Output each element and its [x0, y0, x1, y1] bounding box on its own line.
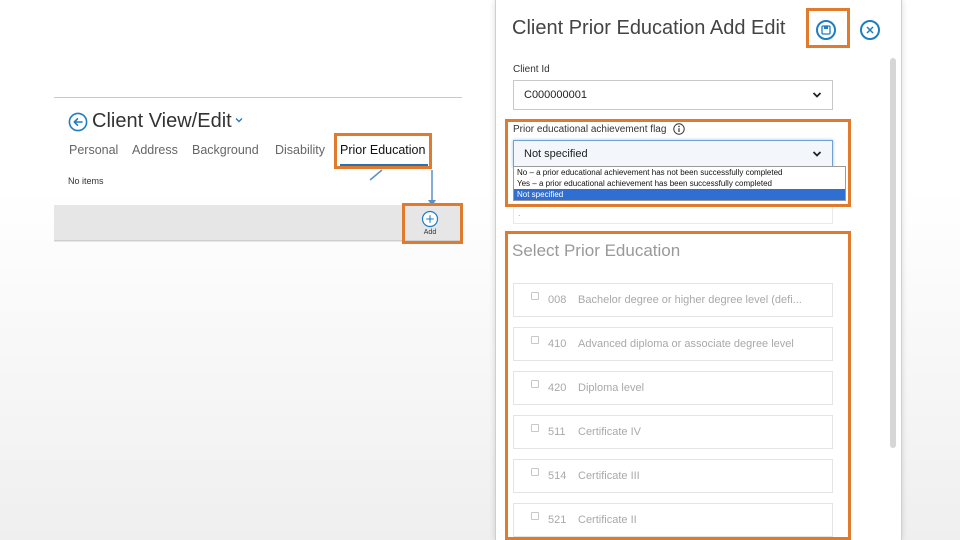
panel-divider	[54, 97, 462, 98]
client-id-value: C000000001	[524, 89, 588, 101]
footer-edge	[54, 240, 462, 241]
dialog-scrollbar[interactable]	[890, 58, 896, 448]
client-id-select[interactable]: C000000001	[513, 80, 833, 110]
empty-list-text: No items	[68, 176, 104, 186]
dialog-title: Client Prior Education Add Edit	[512, 17, 786, 39]
tab-address[interactable]: Address	[132, 143, 178, 157]
client-id-label: Client Id	[513, 64, 550, 75]
list-callout	[505, 231, 851, 540]
page-title: Client View/Edit	[92, 110, 232, 132]
chevron-down-icon	[812, 92, 822, 98]
save-callout	[806, 8, 850, 48]
add-callout	[402, 203, 463, 244]
tab-personal[interactable]: Personal	[69, 143, 118, 157]
footer-bar	[54, 205, 462, 242]
tab-callout	[334, 133, 432, 169]
hidden-field[interactable]: .	[513, 204, 833, 224]
chevron-down-icon[interactable]	[234, 115, 244, 125]
close-button[interactable]	[860, 20, 880, 40]
tab-background[interactable]: Background	[192, 143, 259, 157]
close-icon	[866, 26, 874, 34]
tab-disability[interactable]: Disability	[275, 143, 325, 157]
flag-callout	[505, 119, 851, 207]
back-arrow-icon[interactable]	[68, 112, 88, 132]
